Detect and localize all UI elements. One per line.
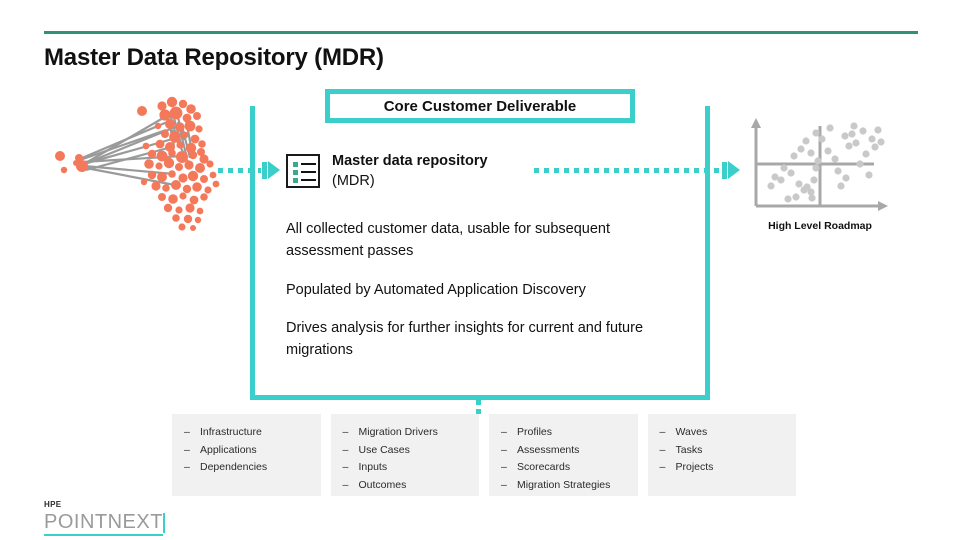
arrow-dots: [218, 167, 261, 173]
infrastructure-group: – Infrastructure – Applications – Dependencie…: [172, 414, 321, 496]
profiles-group: – Profiles – Assessments – Scorecards – Migrati…: [489, 414, 638, 496]
logo-brand-text: HPE: [44, 500, 62, 509]
list-dash-icon: –: [659, 461, 666, 473]
list-icon-line: [301, 179, 316, 181]
category-item-label: Scorecards: [517, 461, 571, 473]
list-dash-icon: –: [184, 461, 190, 473]
category-list-item: – Waves: [660, 424, 785, 442]
list-dash-icon: –: [184, 443, 190, 456]
mdr-paragraph: Drives analysis for further insights for…: [286, 320, 644, 358]
arrow-bar: [722, 161, 727, 179]
category-list-item: – Profiles: [501, 424, 626, 442]
page-title: Master Data Repository (MDR): [44, 44, 384, 71]
mdr-heading-row: Master data repository (MDR): [286, 152, 488, 192]
category-list-item: – Infrastructure: [184, 424, 309, 442]
category-list-item: – Inputs: [343, 459, 468, 477]
list-dash-icon: –: [342, 478, 349, 491]
category-item-label: Applications: [200, 443, 257, 456]
category-item-label: Waves: [675, 426, 708, 438]
arrow-dots: [534, 167, 721, 173]
category-list-item: – Scorecards: [501, 459, 626, 477]
network-graph-svg: [55, 96, 220, 231]
category-list-item: – Outcomes: [343, 477, 468, 495]
core-customer-deliverable-badge: Core Customer Deliverable: [325, 89, 635, 123]
list-dash-icon: –: [184, 426, 190, 438]
high-level-roadmap-scatter: [744, 114, 894, 214]
category-list-item: – Dependencies: [184, 459, 309, 477]
category-item-label: Inputs: [358, 461, 388, 473]
waves-group: – Waves – Tasks – Projects: [647, 414, 796, 496]
roadmap-scatter-svg: [751, 118, 888, 211]
category-item-label: Migration Strategies: [517, 478, 611, 491]
category-list-item: – Projects: [660, 459, 785, 477]
list-document-icon: [286, 154, 320, 188]
title-divider-rule: [44, 31, 918, 34]
roadmap-y-axis-arrow-icon: [751, 118, 761, 128]
list-icon-line: [301, 163, 316, 165]
category-item-label: Outcomes: [358, 478, 407, 491]
category-item-label: Assessments: [517, 443, 580, 456]
mdr-heading-text: Master data repository (MDR): [332, 152, 488, 192]
category-item-label: Use Cases: [358, 443, 410, 456]
category-list-item: – Use Cases: [343, 442, 468, 460]
list-dash-icon: –: [659, 443, 666, 456]
arrow-bar: [262, 161, 267, 179]
list-dash-icon: –: [659, 426, 666, 438]
category-list-item: – Assessments: [501, 442, 626, 460]
migration-drivers-group: – Migration Drivers – Use Cases – Inputs – Outc…: [330, 414, 479, 496]
category-list-item: – Tasks: [660, 442, 785, 460]
category-item-label: Dependencies: [200, 461, 268, 473]
category-item-label: Infrastructure: [200, 426, 262, 438]
category-boxes: – Infrastructure – Applications – Dependencie…: [172, 414, 796, 496]
category-list-item: – Applications: [184, 442, 309, 460]
logo-accent-vertical: [162, 513, 165, 533]
list-dash-icon: –: [342, 426, 349, 438]
dotted-arrow-to-roadmap: [534, 161, 740, 179]
category-list-item: – Migration Strategies: [501, 477, 626, 495]
list-dash-icon: –: [501, 461, 507, 473]
list-icon-bullet: [293, 170, 298, 175]
list-icon-line: [301, 171, 316, 173]
roadmap-label: High Level Roadmap: [768, 220, 872, 232]
list-dash-icon: –: [342, 443, 349, 456]
category-list-item: – Migration Drivers: [343, 424, 468, 442]
category-item-label: Tasks: [675, 443, 703, 456]
list-icon-bullet: [293, 178, 298, 183]
mdr-paragraph: Populated by Automated Application Disco…: [286, 282, 586, 298]
logo-accent-underline: [44, 534, 163, 536]
logo-wordmark-text: POINTNEXT: [44, 511, 163, 533]
arrow-head-icon: [728, 161, 740, 179]
list-icon-bullet: [293, 162, 298, 167]
list-dash-icon: –: [501, 426, 507, 438]
logo-wordmark-wrap: POINTNEXT: [44, 511, 165, 536]
arrow-head-icon: [268, 161, 280, 179]
mdr-subheading: (MDR): [332, 173, 375, 189]
list-dash-icon: –: [342, 461, 349, 473]
hpe-pointnext-logo: HPE POINTNEXT: [44, 500, 165, 536]
network-nodes: [55, 96, 220, 231]
list-dash-icon: –: [501, 443, 507, 456]
application-dependency-network-graph: [52, 96, 242, 241]
category-item-label: Profiles: [517, 426, 553, 438]
mdr-heading: Master data repository: [332, 153, 488, 169]
category-item-label: Migration Drivers: [358, 426, 438, 438]
dotted-arrow-into-mdr: [218, 161, 280, 179]
category-item-label: Projects: [675, 461, 714, 473]
badge-label: Core Customer Deliverable: [383, 97, 577, 115]
panel-to-categories-connector: [476, 400, 481, 414]
list-dash-icon: –: [501, 478, 507, 491]
roadmap-x-axis-arrow-icon: [878, 201, 888, 211]
mdr-paragraph: All collected customer data, usable for …: [286, 221, 611, 259]
